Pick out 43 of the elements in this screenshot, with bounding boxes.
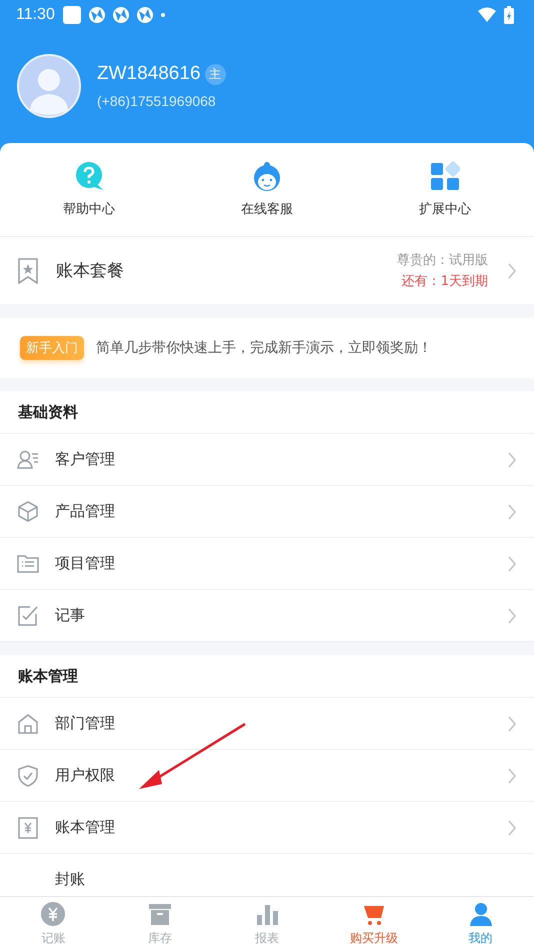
username: ZW1848616 bbox=[97, 63, 201, 85]
onboarding-badge: 新手入门 bbox=[20, 336, 84, 360]
phone-number: (+86)17551969068 bbox=[97, 93, 217, 109]
onboarding-banner[interactable]: 新手入门 简单几步带你快速上手，完成新手演示，立即领奖励！ bbox=[0, 318, 534, 378]
chevron-right-icon bbox=[506, 818, 518, 836]
chevron-right-icon bbox=[506, 714, 518, 732]
headset-person-icon bbox=[252, 161, 282, 191]
plan-row[interactable]: 账本套餐 尊贵的：试用版 还有：1天到期 bbox=[0, 237, 534, 304]
customers-icon bbox=[17, 448, 39, 470]
aperture-notification-icon bbox=[112, 7, 129, 23]
yen-coin-icon bbox=[40, 900, 66, 926]
chevron-right-icon bbox=[506, 262, 518, 280]
person-icon bbox=[468, 900, 494, 926]
chevron-right-icon bbox=[506, 554, 518, 572]
chevron-right-icon bbox=[506, 450, 518, 468]
shield-check-icon bbox=[17, 764, 39, 786]
help-icon bbox=[74, 161, 104, 191]
more-notifications-dot-icon bbox=[160, 13, 165, 17]
app-grid-icon bbox=[430, 161, 460, 191]
ledger-yen-icon bbox=[17, 816, 39, 838]
note-edit-icon bbox=[17, 604, 39, 626]
cube-icon bbox=[17, 500, 39, 522]
status-time: 11:30 bbox=[16, 6, 55, 24]
chevron-right-icon bbox=[506, 502, 518, 520]
quick-action[interactable]: 扩展中心 bbox=[356, 161, 534, 218]
plan-expiry: 还有：1天到期 bbox=[402, 273, 488, 290]
onboarding-text: 简单几步带你快速上手，完成新手演示，立即领奖励！ bbox=[96, 339, 432, 357]
folder-list-icon bbox=[17, 552, 39, 574]
wifi-icon bbox=[478, 7, 496, 23]
bookmark-star-icon bbox=[18, 258, 38, 284]
plan-label: 账本套餐 bbox=[56, 260, 125, 282]
home-icon bbox=[17, 712, 39, 734]
battery-icon bbox=[504, 6, 514, 24]
quick-action[interactable]: 在线客服 bbox=[178, 161, 356, 218]
role-badge: 主 bbox=[204, 64, 226, 84]
aperture-notification-icon bbox=[136, 7, 153, 23]
chevron-right-icon bbox=[506, 606, 518, 624]
avatar bbox=[17, 54, 81, 118]
plan-edition: 尊贵的：试用版 bbox=[397, 252, 488, 269]
square-notification-icon bbox=[62, 6, 81, 24]
chevron-right-icon bbox=[506, 766, 518, 784]
quick-action[interactable]: 帮助中心 bbox=[0, 161, 178, 218]
aperture-notification-icon bbox=[88, 7, 105, 23]
